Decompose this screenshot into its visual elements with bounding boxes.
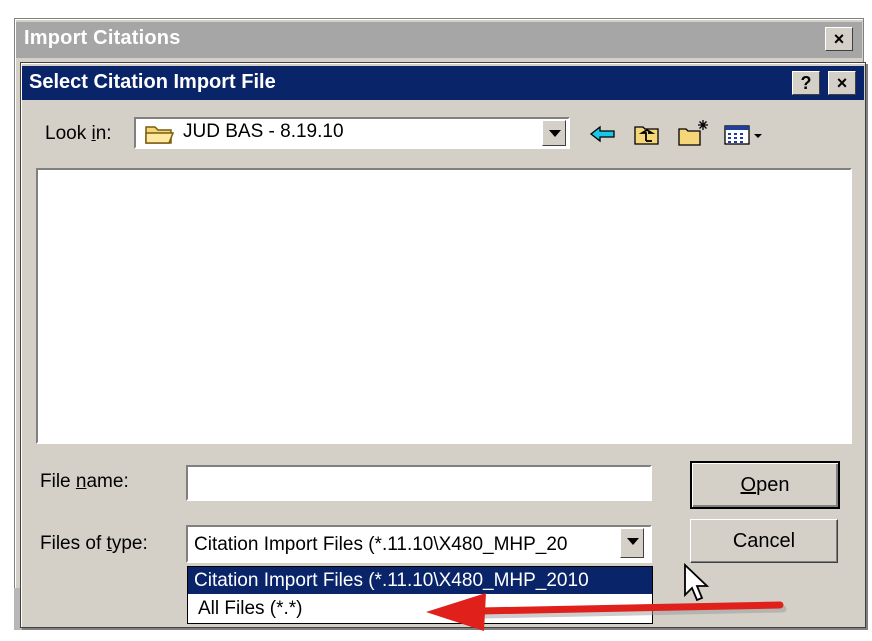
cancel-button[interactable]: Cancel: [690, 519, 838, 563]
open-button[interactable]: Open: [690, 461, 840, 509]
file-name-label: File name:: [40, 471, 129, 492]
outer-close-button[interactable]: ×: [825, 27, 853, 51]
close-button[interactable]: ×: [828, 71, 856, 95]
new-folder-icon[interactable]: [676, 118, 708, 146]
files-of-type-dropdown-arrow[interactable]: [620, 528, 644, 558]
help-button[interactable]: ?: [792, 71, 820, 95]
dialog-title: Select Citation Import File: [29, 71, 276, 93]
folder-icon: [144, 122, 176, 151]
file-name-input[interactable]: [186, 465, 652, 501]
annotation-arrow-icon: [420, 585, 790, 640]
files-of-type-value: Citation Import Files (*.11.10\X480_MHP_…: [194, 534, 568, 555]
files-of-type-label: Files of type:: [40, 533, 148, 554]
look-in-label: Look in:: [45, 123, 112, 144]
file-list[interactable]: [36, 168, 852, 444]
look-in-dropdown-arrow[interactable]: [542, 120, 566, 146]
up-folder-icon[interactable]: [632, 120, 662, 148]
view-menu-icon[interactable]: [722, 120, 770, 148]
outer-window-title: Import Citations: [24, 27, 181, 49]
look-in-value: JUD BAS - 8.19.10: [183, 121, 344, 142]
back-icon[interactable]: [588, 120, 618, 148]
